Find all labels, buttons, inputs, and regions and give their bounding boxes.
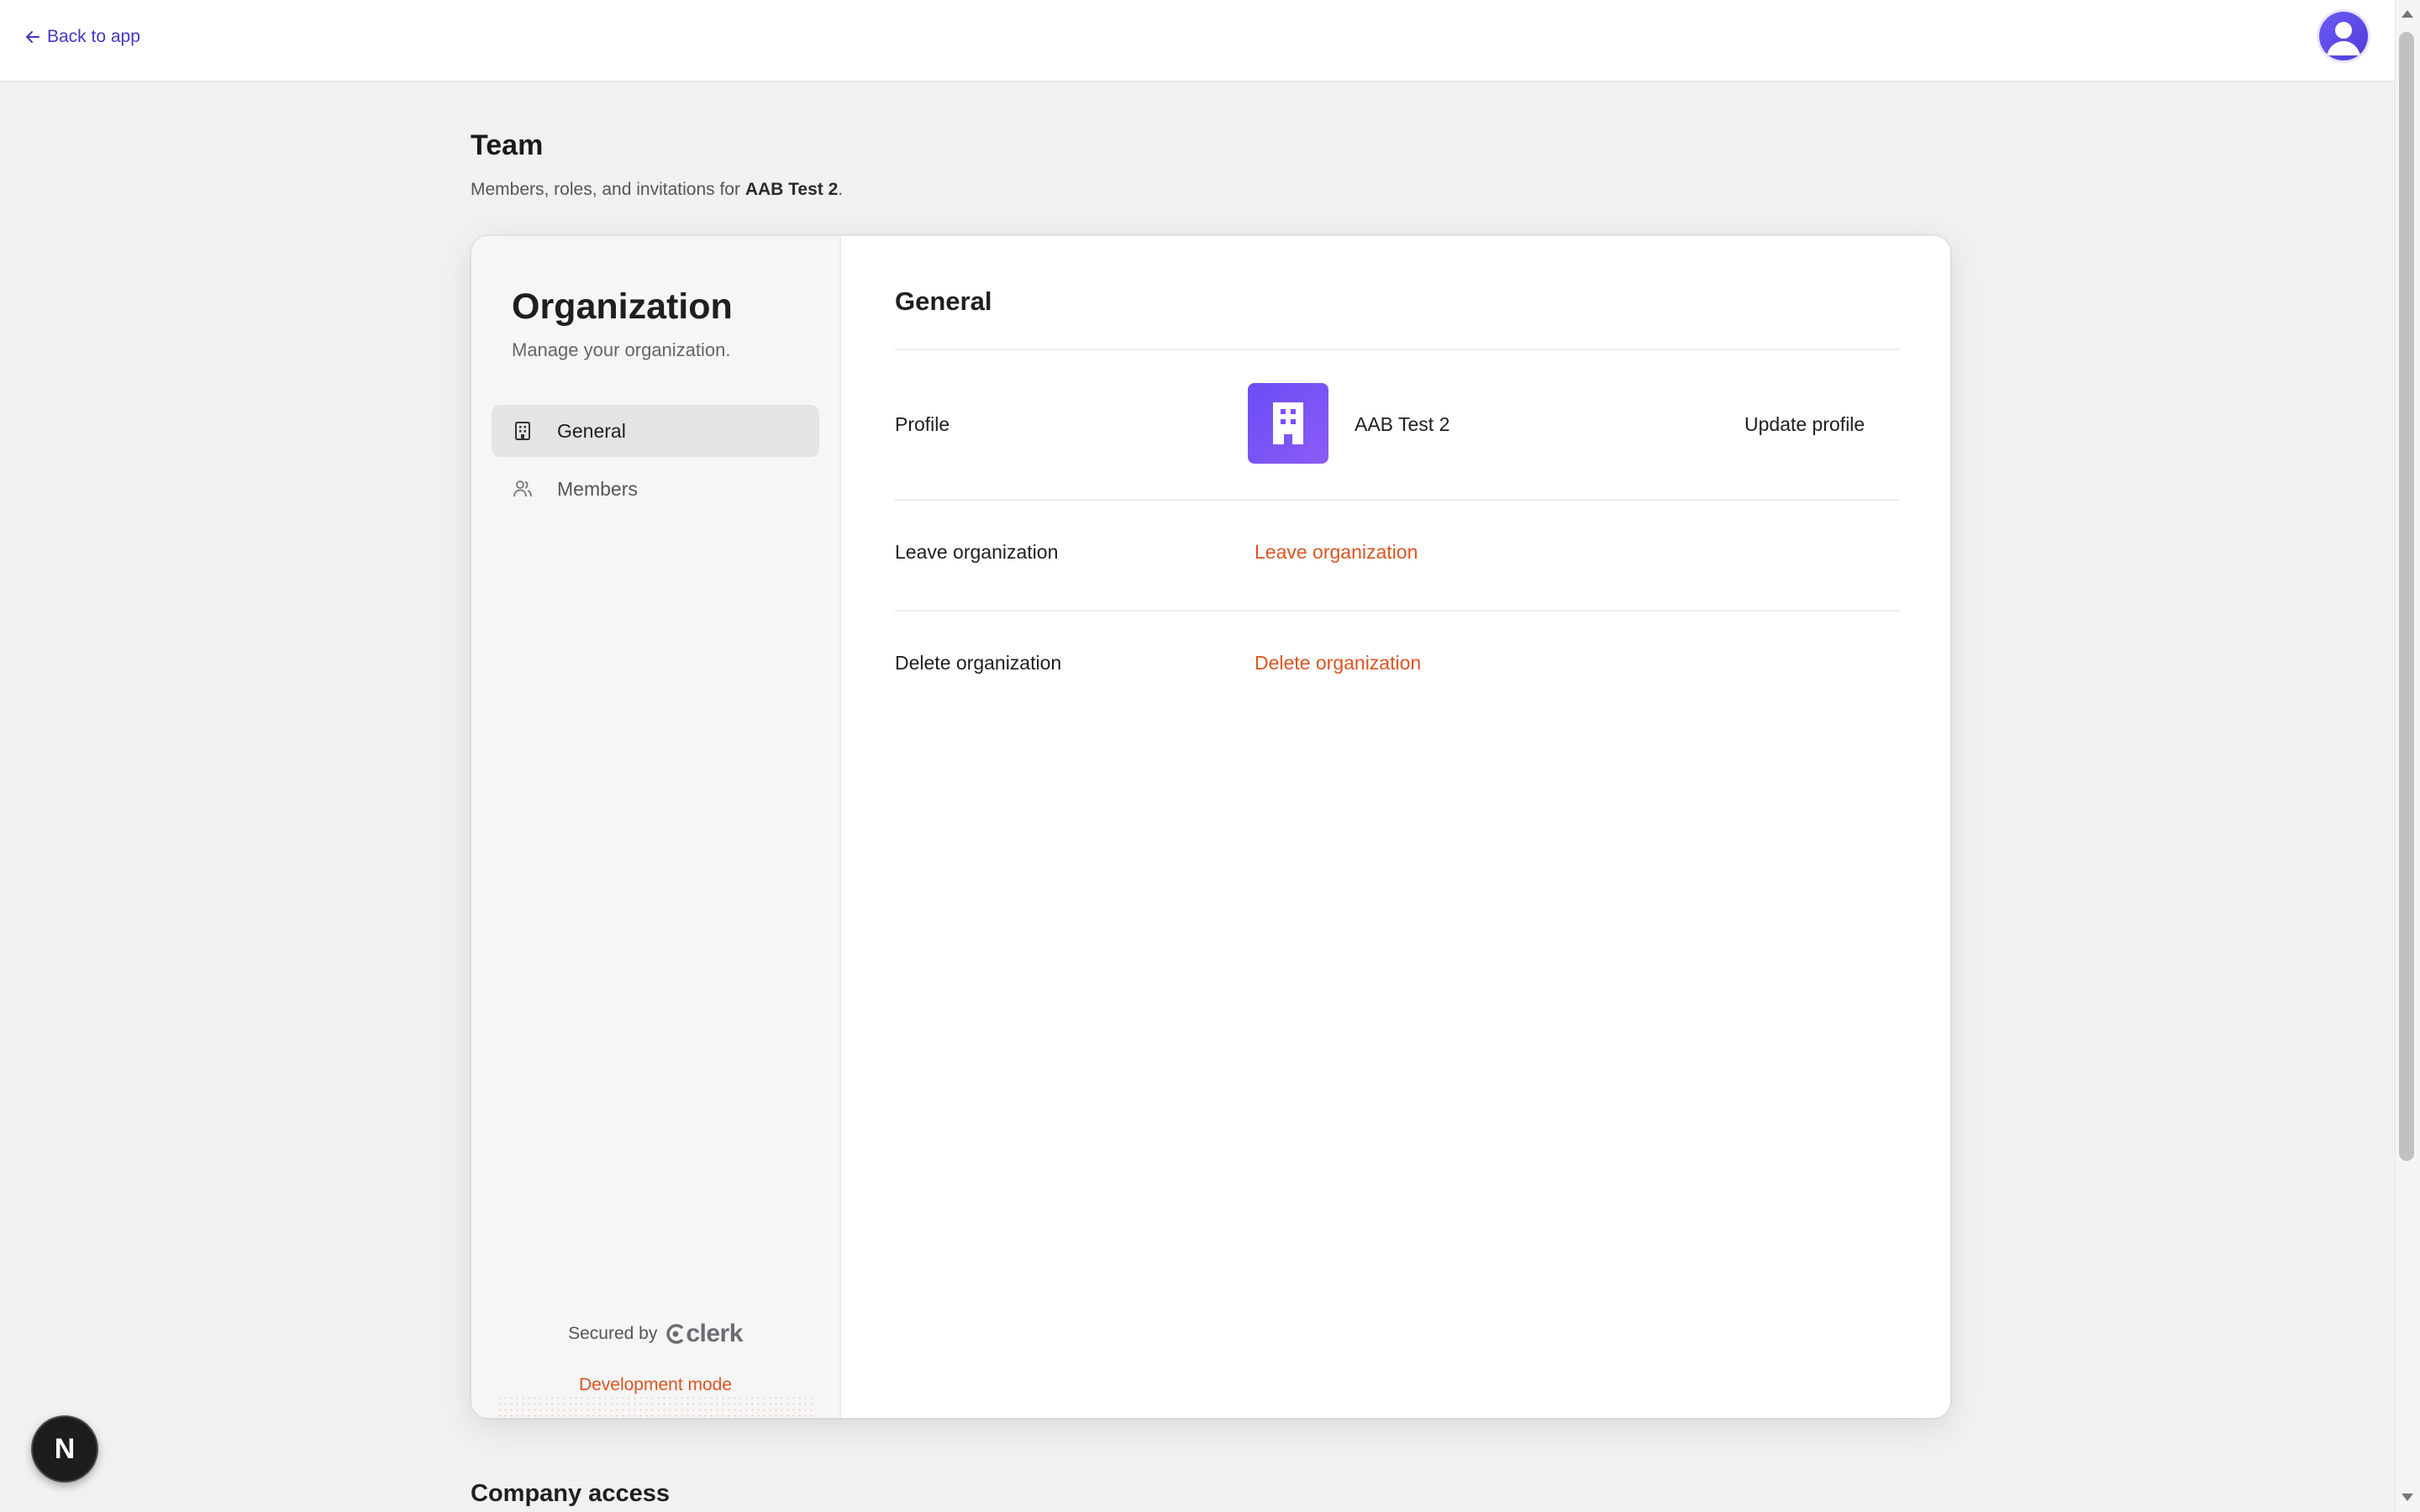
secured-by-clerk[interactable]: Secured by clerk [471, 1320, 839, 1348]
leave-row-label: Leave organization [895, 541, 1059, 563]
nextjs-logo-icon: N [54, 1432, 76, 1465]
divider [895, 610, 1900, 612]
scrollbar-thumb[interactable] [2399, 32, 2414, 1161]
page-title: Team [471, 129, 544, 161]
sidebar-item-general[interactable]: General [492, 405, 819, 457]
sidebar-subtitle: Manage your organization. [512, 339, 731, 360]
sidebar-item-label: General [557, 419, 626, 442]
organization-logo [1248, 383, 1328, 464]
divider [895, 349, 1900, 350]
organization-name: AAB Test 2 [1355, 413, 1450, 435]
leave-organization-button[interactable]: Leave organization [1255, 541, 1418, 564]
scroll-up-arrow[interactable] [2402, 10, 2413, 18]
organization-profile-card: Organization Manage your organization. G… [471, 236, 1950, 1418]
user-icon [2327, 22, 2360, 55]
organization-sidebar: Organization Manage your organization. G… [471, 236, 841, 1418]
building-icon [512, 420, 534, 442]
delete-organization-button[interactable]: Delete organization [1255, 652, 1421, 675]
clerk-logo: clerk [666, 1320, 743, 1348]
sidebar-item-label: Members [557, 477, 638, 500]
general-panel: General Profile AAB Test 2 Update profil… [839, 236, 1950, 1418]
subtitle-org-name: AAB Test 2 [744, 180, 839, 199]
arrow-left-icon [26, 31, 39, 43]
divider [895, 499, 1900, 501]
building-logo-icon [1273, 402, 1303, 444]
section-title: General [895, 286, 992, 316]
users-icon [512, 478, 534, 500]
development-mode-label: Development mode [578, 1375, 733, 1394]
company-access-title: Company access [471, 1480, 670, 1507]
back-to-app-link[interactable]: Back to app [25, 27, 140, 47]
subtitle-suffix: . [838, 180, 844, 199]
delete-row-label: Delete organization [895, 652, 1062, 674]
development-mode-pattern [497, 1395, 816, 1418]
clerk-wordmark: clerk [686, 1320, 743, 1347]
user-avatar[interactable] [2319, 12, 2368, 60]
sidebar-title: Organization [512, 286, 733, 327]
profile-row-label: Profile [895, 413, 950, 435]
secured-by-label: Secured by [568, 1324, 658, 1343]
sidebar-item-members[interactable]: Members [492, 463, 819, 515]
nextjs-dev-tools-button[interactable]: N [31, 1415, 98, 1483]
page-subtitle: Members, roles, and invitations for AAB … [471, 180, 843, 200]
subtitle-text: Members, roles, and invitations for [471, 180, 745, 199]
update-profile-button[interactable]: Update profile [1744, 413, 1865, 436]
clerk-logo-icon [666, 1324, 684, 1344]
top-bar: Back to app [0, 0, 2395, 82]
scroll-down-arrow[interactable] [2402, 1494, 2413, 1501]
back-to-app-label: Back to app [47, 27, 140, 46]
